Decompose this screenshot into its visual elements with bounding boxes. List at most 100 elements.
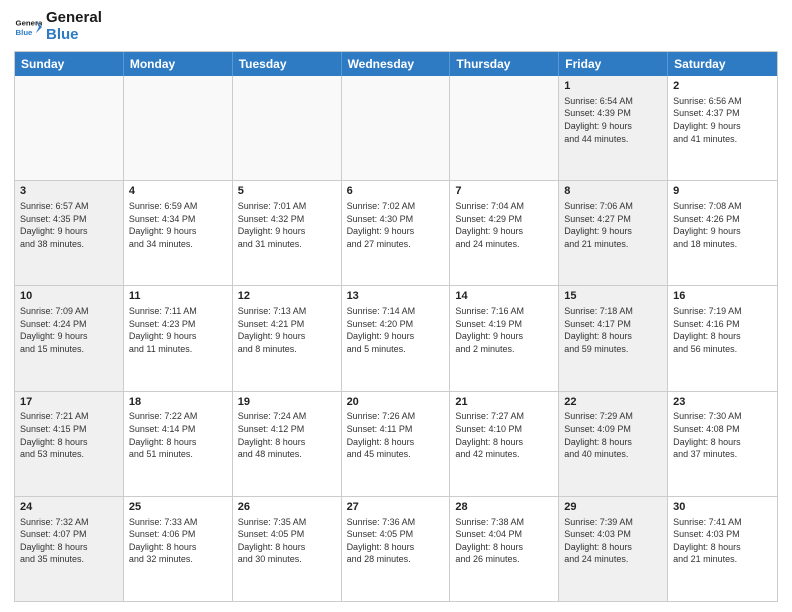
- day-number: 10: [20, 289, 118, 304]
- cell-info: Sunrise: 7:29 AM Sunset: 4:09 PM Dayligh…: [564, 410, 662, 460]
- day-number: 3: [20, 184, 118, 199]
- day-number: 4: [129, 184, 227, 199]
- calendar-cell-19: 19Sunrise: 7:24 AM Sunset: 4:12 PM Dayli…: [233, 392, 342, 496]
- calendar-cell-8: 8Sunrise: 7:06 AM Sunset: 4:27 PM Daylig…: [559, 181, 668, 285]
- svg-text:General: General: [16, 18, 42, 27]
- calendar-cell-30: 30Sunrise: 7:41 AM Sunset: 4:03 PM Dayli…: [668, 497, 777, 601]
- day-number: 14: [455, 289, 553, 304]
- day-number: 26: [238, 500, 336, 515]
- calendar-cell-28: 28Sunrise: 7:38 AM Sunset: 4:04 PM Dayli…: [450, 497, 559, 601]
- cell-info: Sunrise: 7:13 AM Sunset: 4:21 PM Dayligh…: [238, 305, 336, 355]
- day-number: 13: [347, 289, 445, 304]
- calendar-cell-22: 22Sunrise: 7:29 AM Sunset: 4:09 PM Dayli…: [559, 392, 668, 496]
- weekday-header-tuesday: Tuesday: [233, 52, 342, 76]
- cell-info: Sunrise: 7:39 AM Sunset: 4:03 PM Dayligh…: [564, 516, 662, 566]
- cell-info: Sunrise: 7:18 AM Sunset: 4:17 PM Dayligh…: [564, 305, 662, 355]
- day-number: 25: [129, 500, 227, 515]
- calendar-cell-empty-0-4: [450, 76, 559, 180]
- cell-info: Sunrise: 7:32 AM Sunset: 4:07 PM Dayligh…: [20, 516, 118, 566]
- calendar: SundayMondayTuesdayWednesdayThursdayFrid…: [14, 51, 778, 602]
- cell-info: Sunrise: 6:56 AM Sunset: 4:37 PM Dayligh…: [673, 95, 772, 145]
- weekday-header-sunday: Sunday: [15, 52, 124, 76]
- svg-text:Blue: Blue: [16, 27, 34, 36]
- logo-icon: General Blue: [14, 13, 42, 41]
- cell-info: Sunrise: 7:24 AM Sunset: 4:12 PM Dayligh…: [238, 410, 336, 460]
- calendar-cell-14: 14Sunrise: 7:16 AM Sunset: 4:19 PM Dayli…: [450, 286, 559, 390]
- calendar-row-5: 24Sunrise: 7:32 AM Sunset: 4:07 PM Dayli…: [15, 496, 777, 601]
- weekday-header-thursday: Thursday: [450, 52, 559, 76]
- cell-info: Sunrise: 7:21 AM Sunset: 4:15 PM Dayligh…: [20, 410, 118, 460]
- calendar-cell-11: 11Sunrise: 7:11 AM Sunset: 4:23 PM Dayli…: [124, 286, 233, 390]
- calendar-body: 1Sunrise: 6:54 AM Sunset: 4:39 PM Daylig…: [15, 76, 777, 601]
- calendar-cell-5: 5Sunrise: 7:01 AM Sunset: 4:32 PM Daylig…: [233, 181, 342, 285]
- calendar-cell-26: 26Sunrise: 7:35 AM Sunset: 4:05 PM Dayli…: [233, 497, 342, 601]
- logo-text-blue: Blue: [46, 27, 102, 44]
- cell-info: Sunrise: 7:22 AM Sunset: 4:14 PM Dayligh…: [129, 410, 227, 460]
- calendar-cell-empty-0-3: [342, 76, 451, 180]
- calendar-row-2: 3Sunrise: 6:57 AM Sunset: 4:35 PM Daylig…: [15, 180, 777, 285]
- header: General Blue General Blue: [14, 10, 778, 43]
- day-number: 1: [564, 79, 662, 94]
- calendar-cell-18: 18Sunrise: 7:22 AM Sunset: 4:14 PM Dayli…: [124, 392, 233, 496]
- calendar-cell-27: 27Sunrise: 7:36 AM Sunset: 4:05 PM Dayli…: [342, 497, 451, 601]
- calendar-cell-3: 3Sunrise: 6:57 AM Sunset: 4:35 PM Daylig…: [15, 181, 124, 285]
- calendar-cell-9: 9Sunrise: 7:08 AM Sunset: 4:26 PM Daylig…: [668, 181, 777, 285]
- day-number: 21: [455, 395, 553, 410]
- day-number: 5: [238, 184, 336, 199]
- day-number: 9: [673, 184, 772, 199]
- calendar-cell-24: 24Sunrise: 7:32 AM Sunset: 4:07 PM Dayli…: [15, 497, 124, 601]
- day-number: 16: [673, 289, 772, 304]
- day-number: 20: [347, 395, 445, 410]
- cell-info: Sunrise: 7:19 AM Sunset: 4:16 PM Dayligh…: [673, 305, 772, 355]
- day-number: 15: [564, 289, 662, 304]
- cell-info: Sunrise: 6:59 AM Sunset: 4:34 PM Dayligh…: [129, 200, 227, 250]
- cell-info: Sunrise: 7:26 AM Sunset: 4:11 PM Dayligh…: [347, 410, 445, 460]
- day-number: 8: [564, 184, 662, 199]
- cell-info: Sunrise: 7:33 AM Sunset: 4:06 PM Dayligh…: [129, 516, 227, 566]
- day-number: 27: [347, 500, 445, 515]
- calendar-cell-13: 13Sunrise: 7:14 AM Sunset: 4:20 PM Dayli…: [342, 286, 451, 390]
- cell-info: Sunrise: 7:36 AM Sunset: 4:05 PM Dayligh…: [347, 516, 445, 566]
- calendar-cell-1: 1Sunrise: 6:54 AM Sunset: 4:39 PM Daylig…: [559, 76, 668, 180]
- calendar-cell-empty-0-1: [124, 76, 233, 180]
- calendar-cell-4: 4Sunrise: 6:59 AM Sunset: 4:34 PM Daylig…: [124, 181, 233, 285]
- calendar-cell-15: 15Sunrise: 7:18 AM Sunset: 4:17 PM Dayli…: [559, 286, 668, 390]
- calendar-cell-7: 7Sunrise: 7:04 AM Sunset: 4:29 PM Daylig…: [450, 181, 559, 285]
- day-number: 7: [455, 184, 553, 199]
- calendar-cell-21: 21Sunrise: 7:27 AM Sunset: 4:10 PM Dayli…: [450, 392, 559, 496]
- day-number: 18: [129, 395, 227, 410]
- calendar-cell-29: 29Sunrise: 7:39 AM Sunset: 4:03 PM Dayli…: [559, 497, 668, 601]
- cell-info: Sunrise: 7:08 AM Sunset: 4:26 PM Dayligh…: [673, 200, 772, 250]
- calendar-cell-2: 2Sunrise: 6:56 AM Sunset: 4:37 PM Daylig…: [668, 76, 777, 180]
- day-number: 12: [238, 289, 336, 304]
- calendar-row-4: 17Sunrise: 7:21 AM Sunset: 4:15 PM Dayli…: [15, 391, 777, 496]
- day-number: 29: [564, 500, 662, 515]
- day-number: 19: [238, 395, 336, 410]
- cell-info: Sunrise: 7:16 AM Sunset: 4:19 PM Dayligh…: [455, 305, 553, 355]
- day-number: 30: [673, 500, 772, 515]
- calendar-cell-16: 16Sunrise: 7:19 AM Sunset: 4:16 PM Dayli…: [668, 286, 777, 390]
- cell-info: Sunrise: 7:41 AM Sunset: 4:03 PM Dayligh…: [673, 516, 772, 566]
- cell-info: Sunrise: 7:38 AM Sunset: 4:04 PM Dayligh…: [455, 516, 553, 566]
- cell-info: Sunrise: 7:02 AM Sunset: 4:30 PM Dayligh…: [347, 200, 445, 250]
- page: General Blue General Blue SundayMondayTu…: [0, 0, 792, 612]
- day-number: 24: [20, 500, 118, 515]
- cell-info: Sunrise: 7:30 AM Sunset: 4:08 PM Dayligh…: [673, 410, 772, 460]
- calendar-header: SundayMondayTuesdayWednesdayThursdayFrid…: [15, 52, 777, 76]
- day-number: 2: [673, 79, 772, 94]
- weekday-header-saturday: Saturday: [668, 52, 777, 76]
- calendar-cell-25: 25Sunrise: 7:33 AM Sunset: 4:06 PM Dayli…: [124, 497, 233, 601]
- cell-info: Sunrise: 7:11 AM Sunset: 4:23 PM Dayligh…: [129, 305, 227, 355]
- weekday-header-wednesday: Wednesday: [342, 52, 451, 76]
- calendar-cell-6: 6Sunrise: 7:02 AM Sunset: 4:30 PM Daylig…: [342, 181, 451, 285]
- cell-info: Sunrise: 7:14 AM Sunset: 4:20 PM Dayligh…: [347, 305, 445, 355]
- day-number: 11: [129, 289, 227, 304]
- logo-text-general: General: [46, 10, 102, 27]
- day-number: 17: [20, 395, 118, 410]
- weekday-header-monday: Monday: [124, 52, 233, 76]
- calendar-cell-10: 10Sunrise: 7:09 AM Sunset: 4:24 PM Dayli…: [15, 286, 124, 390]
- cell-info: Sunrise: 6:57 AM Sunset: 4:35 PM Dayligh…: [20, 200, 118, 250]
- calendar-cell-empty-0-2: [233, 76, 342, 180]
- logo: General Blue General Blue: [14, 10, 102, 43]
- calendar-cell-12: 12Sunrise: 7:13 AM Sunset: 4:21 PM Dayli…: [233, 286, 342, 390]
